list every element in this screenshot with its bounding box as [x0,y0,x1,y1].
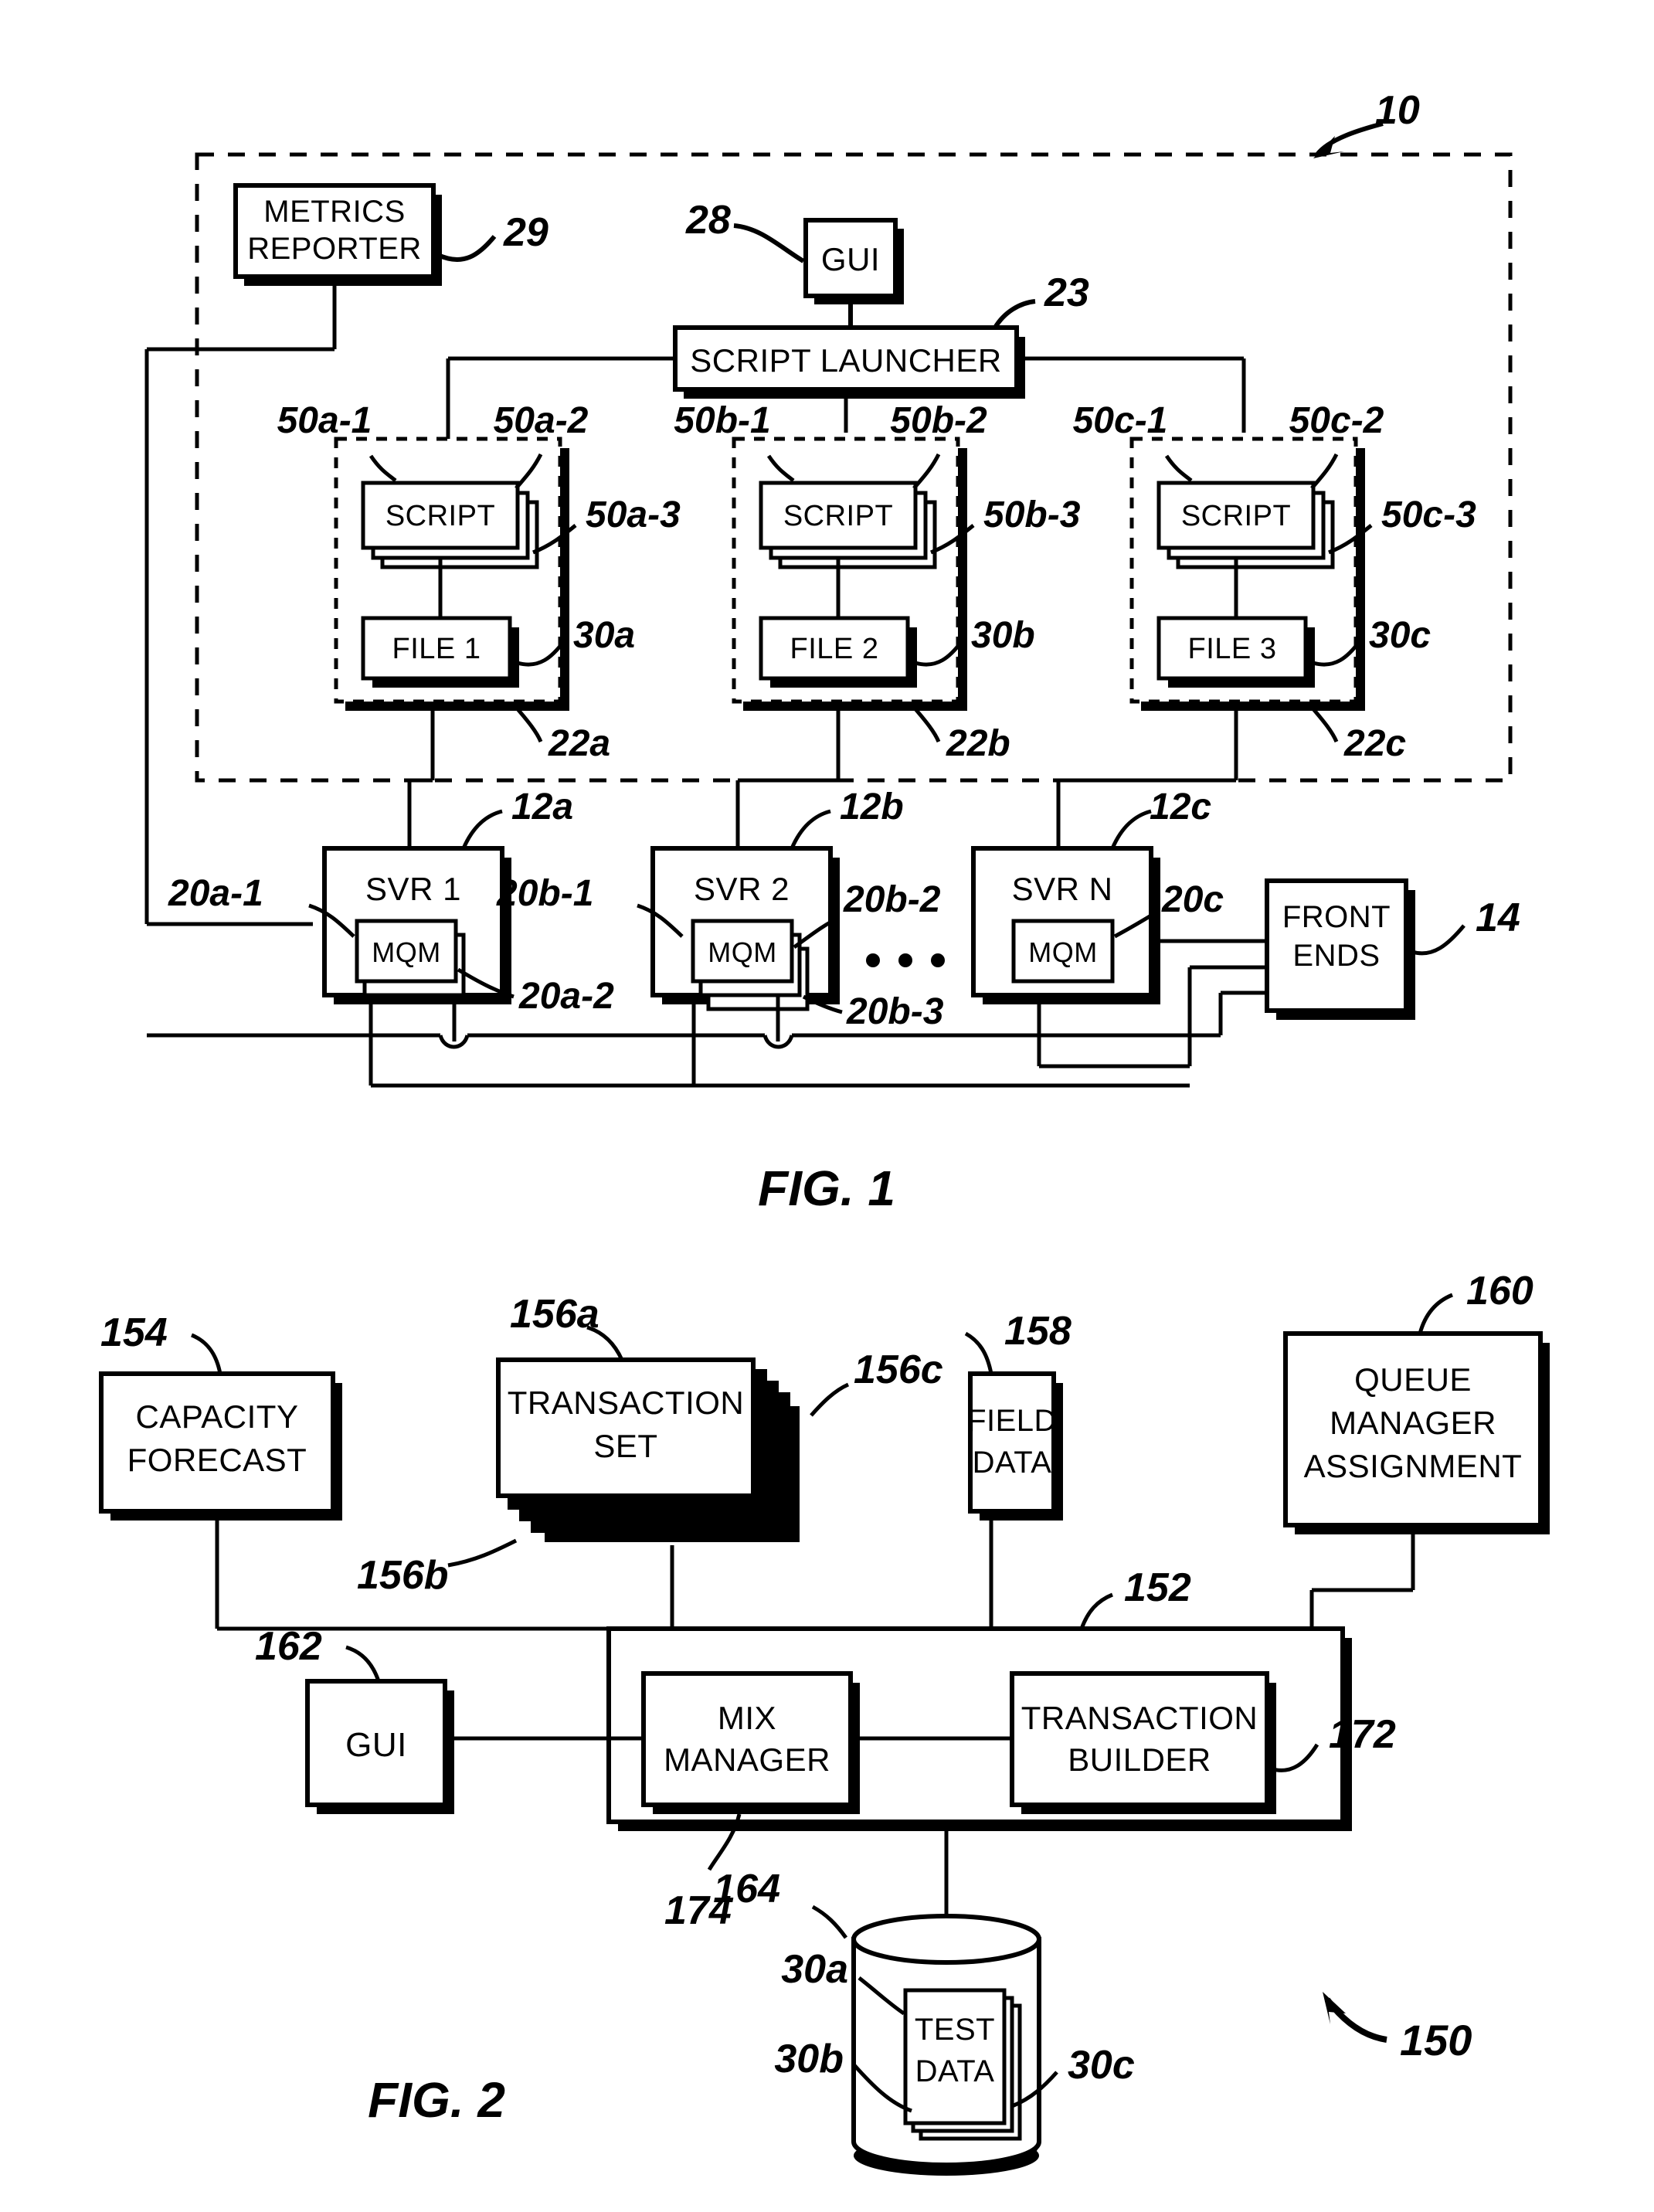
ref-154: 154 [100,1310,168,1355]
field-data-label-2: DATA [973,1446,1052,1480]
ref-20b-3: 20b-3 [846,991,944,1032]
ref-20a-1: 20a-1 [168,873,263,914]
script-launcher-label: SCRIPT LAUNCHER [690,342,1001,379]
ref-50b-1: 50b-1 [674,400,770,441]
ref-10: 10 [1375,88,1420,133]
qma-label-2: MANAGER [1330,1405,1496,1441]
ref-50c-1: 50c-1 [1073,400,1168,441]
metrics-reporter-label-1: METRICS [263,195,406,229]
qma-label-1: QUEUE [1354,1361,1472,1398]
ref-22c: 22c [1343,723,1406,764]
mix-manager-box[interactable] [641,1671,853,1807]
ref-22b: 22b [946,723,1010,764]
fig2-gui-label: GUI [345,1726,407,1764]
ref-20b-1: 20b-1 [496,873,593,914]
ref-30a: 30a [573,615,635,656]
txbuilder-label-1: TRANSACTION [1021,1700,1258,1736]
svr1-mqm-label: MQM [372,936,440,968]
ref-164: 164 [713,1867,780,1911]
field-data-box[interactable] [968,1371,1056,1514]
svr1-label: SVR 1 [365,871,461,907]
db-top-ellipse [851,1914,1041,1965]
ref-158: 158 [1004,1309,1072,1354]
ref-50c-3: 50c-3 [1381,494,1476,535]
svrn-mqm-label: MQM [1028,936,1097,968]
mix-manager-label-2: MANAGER [664,1741,830,1778]
ref-30c: 30c [1369,615,1431,656]
ref-23: 23 [1044,270,1089,315]
ref-12a: 12a [511,787,573,827]
metrics-reporter-label-2: REPORTER [247,232,422,266]
file-3-label: FILE 3 [1188,633,1277,665]
ref-50a-1: 50a-1 [277,400,372,441]
ref-30c-db: 30c [1068,2043,1135,2088]
qma-label-3: ASSIGNMENT [1304,1448,1523,1484]
ref-20c: 20c [1161,879,1224,920]
fig1-caption: FIG. 1 [758,1160,895,1216]
ref-30b: 30b [971,615,1035,656]
ellipsis-dot-1 [866,953,880,967]
svr2-label: SVR 2 [694,871,790,907]
ref-29: 29 [503,210,549,255]
ref-50a-2: 50a-2 [494,400,589,441]
test-data-label-1: TEST [915,2013,995,2047]
ref-12b: 12b [840,787,904,827]
capacity-forecast-label-2: FORECAST [127,1442,307,1478]
test-data-label-2: DATA [915,2054,995,2088]
ref-30b-db: 30b [774,2037,844,2081]
ref-50c-2: 50c-2 [1289,400,1384,441]
fig2-caption: FIG. 2 [368,2072,505,2128]
txbuilder-box[interactable] [1010,1671,1269,1807]
ref-20b-2: 20b-2 [843,879,941,920]
svrn-label: SVR N [1012,871,1113,907]
ref-50b-3: 50b-3 [983,494,1081,535]
script-b-label: SCRIPT [783,500,893,532]
ref-14: 14 [1476,895,1520,940]
ellipsis-dot-2 [898,953,912,967]
ref-50a-3: 50a-3 [586,494,681,535]
svr2-mqm-label: MQM [708,936,776,968]
file-2-label: FILE 2 [790,633,879,665]
front-ends-label-2: ENDS [1292,939,1380,973]
txset-label-2: SET [593,1428,657,1464]
txbuilder-label-2: BUILDER [1068,1741,1211,1778]
ref-156b: 156b [357,1553,449,1598]
ref-156c: 156c [854,1347,943,1392]
front-ends-label-1: FRONT [1282,900,1391,934]
ellipsis-dot-3 [931,953,945,967]
ref-12c: 12c [1150,787,1211,827]
ref-152: 152 [1124,1565,1191,1610]
ref-30a-db: 30a [781,1947,848,1992]
script-c-label: SCRIPT [1181,500,1291,532]
drawing-canvas: 10 METRICS REPORTER 29 GUI 28 SCRIPT LAU… [0,0,1654,2212]
ref-160: 160 [1466,1269,1533,1313]
file-1-label: FILE 1 [392,633,481,665]
ref-50b-2: 50b-2 [890,400,987,441]
txset-label-1: TRANSACTION [508,1385,745,1421]
capacity-forecast-label-1: CAPACITY [136,1398,299,1435]
ref-150: 150 [1400,2016,1472,2064]
ref-20a-2: 20a-2 [518,976,614,1017]
ref-156a: 156a [510,1292,599,1337]
field-data-label-1: FIELD [967,1404,1057,1438]
patent-drawing-sheet: 10 METRICS REPORTER 29 GUI 28 SCRIPT LAU… [0,0,1654,2212]
fig1-gui-label: GUI [821,241,880,277]
ref-162: 162 [255,1624,322,1669]
script-a-label: SCRIPT [385,500,495,532]
ref-172: 172 [1329,1712,1396,1757]
ref-22a: 22a [548,723,610,764]
ref-28: 28 [685,198,731,243]
mix-manager-label-1: MIX [718,1700,776,1736]
